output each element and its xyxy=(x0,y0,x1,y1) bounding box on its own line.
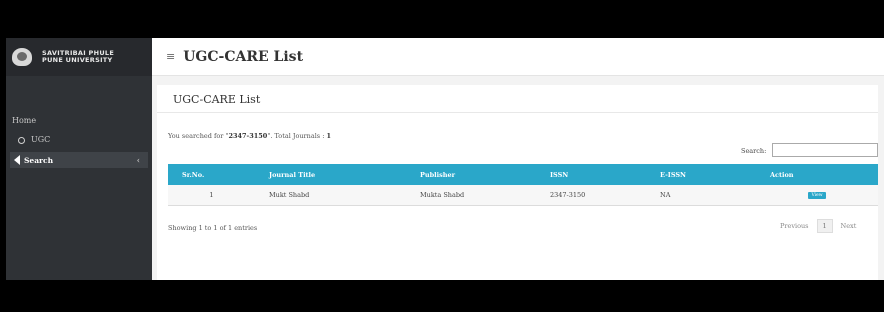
search-summary-prefix: You searched for " xyxy=(168,132,229,140)
cell-sr-no: 1 xyxy=(168,185,255,206)
column-header-journal-title[interactable]: Journal Title xyxy=(255,164,406,185)
previous-button[interactable]: Previous xyxy=(780,222,809,230)
pagination: Previous 1 Next xyxy=(780,219,856,233)
sidebar-item-label: UGC xyxy=(31,135,51,144)
menu-icon[interactable]: ≡ xyxy=(166,50,175,63)
column-header-issn[interactable]: ISSN xyxy=(536,164,646,185)
journals-table: Sr.No. Journal Title Publisher ISSN E-IS… xyxy=(168,164,878,206)
page-title: UGC-CARE List xyxy=(183,48,304,65)
next-button[interactable]: Next xyxy=(841,222,857,230)
total-journals: 1 xyxy=(326,132,331,140)
search-label: Search: xyxy=(741,147,767,155)
search-summary-suffix: ". Total Journals : xyxy=(267,132,327,140)
column-header-publisher[interactable]: Publisher xyxy=(406,164,536,185)
search-summary: You searched for "2347-3150". Total Jour… xyxy=(168,132,331,140)
table-header-row: Sr.No. Journal Title Publisher ISSN E-IS… xyxy=(168,164,878,185)
cell-action: View xyxy=(756,185,878,206)
sidebar-nav: Home UGC Search ‹ xyxy=(6,110,152,168)
column-header-sr-no[interactable]: Sr.No. xyxy=(168,164,255,185)
cell-issn: 2347-3150 xyxy=(536,185,646,206)
page-1-button[interactable]: 1 xyxy=(816,219,833,233)
search-input[interactable] xyxy=(772,143,878,157)
sidebar: SAVITRIBAI PHULE PUNE UNIVERSITY Home UG… xyxy=(6,38,152,280)
chevron-left-icon: ‹ xyxy=(136,155,140,165)
results-panel: UGC-CARE List You searched for "2347-315… xyxy=(157,85,878,280)
search-query: 2347-3150 xyxy=(228,132,268,140)
bottom-white-strip xyxy=(0,312,884,320)
panel-title: UGC-CARE List xyxy=(157,85,878,113)
app-window: SAVITRIBAI PHULE PUNE UNIVERSITY Home UG… xyxy=(6,38,884,280)
column-header-e-issn[interactable]: E-ISSN xyxy=(646,164,756,185)
top-black-bar xyxy=(0,0,884,38)
sidebar-item-search[interactable]: Search ‹ xyxy=(10,152,148,168)
cell-e-issn: NA xyxy=(646,185,756,206)
view-button[interactable]: View xyxy=(808,192,826,200)
cell-publisher: Mukta Shabd xyxy=(406,185,536,206)
entries-info: Showing 1 to 1 of 1 entries xyxy=(168,224,258,232)
back-arrow-icon xyxy=(14,155,20,165)
brand[interactable]: SAVITRIBAI PHULE PUNE UNIVERSITY xyxy=(6,38,152,76)
sidebar-item-label: Search xyxy=(24,155,54,165)
column-header-action: Action xyxy=(756,164,878,185)
brand-line-2: PUNE UNIVERSITY xyxy=(42,56,113,64)
topbar: ≡ UGC-CARE List xyxy=(152,38,884,76)
table-row: 1 Mukt Shabd Mukta Shabd 2347-3150 NA Vi… xyxy=(168,185,878,206)
sidebar-item-ugc[interactable]: UGC xyxy=(6,132,152,148)
cell-journal-title: Mukt Shabd xyxy=(255,185,406,206)
university-logo-icon xyxy=(12,48,32,66)
brand-name: SAVITRIBAI PHULE PUNE UNIVERSITY xyxy=(42,50,114,64)
circle-icon xyxy=(18,136,25,144)
sidebar-item-home[interactable]: Home xyxy=(6,110,152,132)
